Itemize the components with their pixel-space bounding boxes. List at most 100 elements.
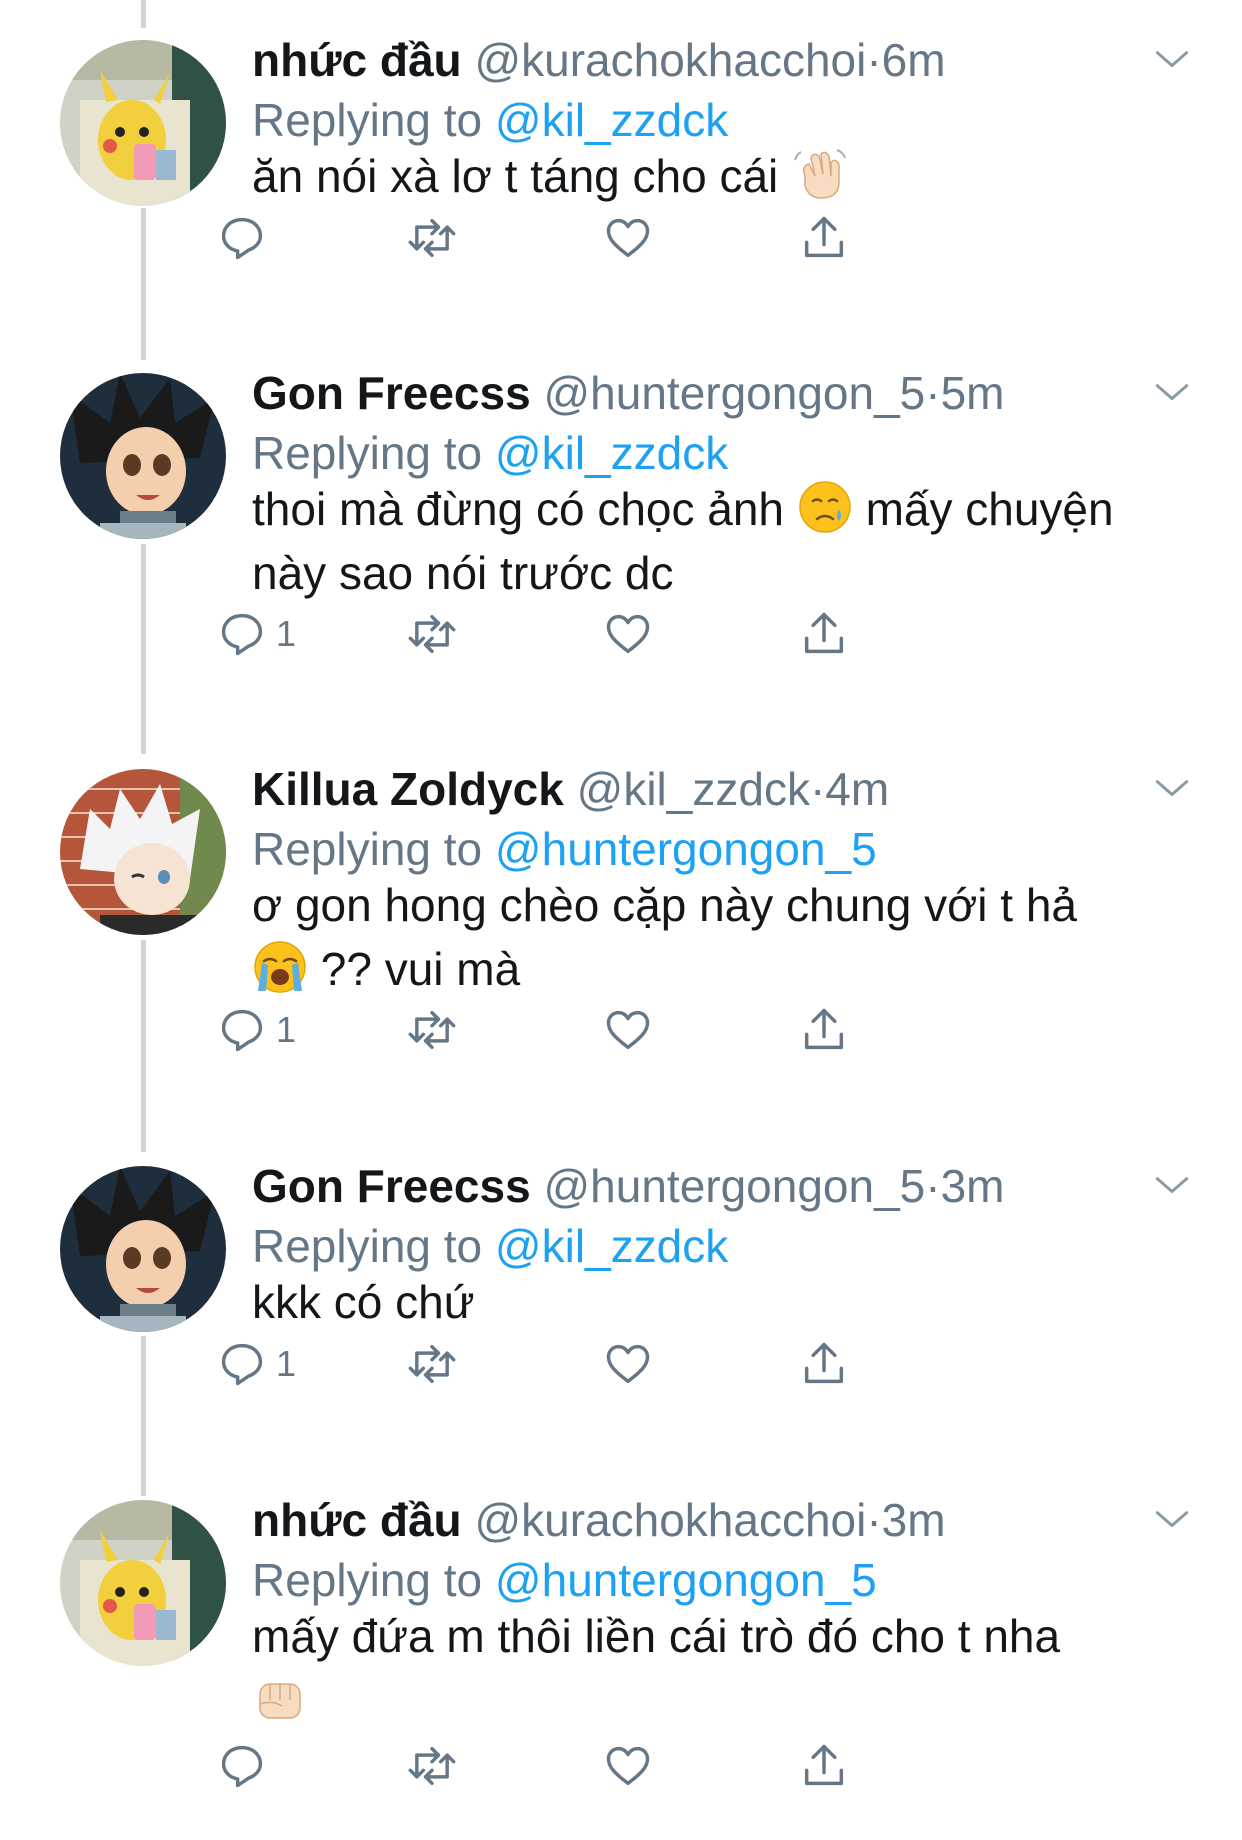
share-button[interactable] — [798, 604, 850, 664]
tweet-text-content: ăn nói xà lơ t táng cho cái — [252, 150, 779, 202]
tweet-header: Gon Freecss @huntergongon_5·5m — [252, 363, 1005, 423]
replying-to-label: Replying to — [252, 427, 483, 479]
retweet-icon — [408, 1344, 456, 1384]
reply-count: 1 — [276, 1009, 297, 1050]
like-button[interactable] — [602, 208, 654, 268]
retweet-icon — [408, 1746, 456, 1786]
reply-to-handle[interactable]: @huntergongon_5 — [495, 1554, 877, 1606]
share-button[interactable] — [798, 1334, 850, 1394]
share-icon — [804, 612, 844, 654]
share-icon — [804, 1744, 844, 1786]
separator-dot: · — [925, 367, 941, 419]
share-button[interactable] — [798, 208, 850, 268]
tweet-text: mấy đứa m thôi liền cái trò đó cho t nha — [252, 1604, 1192, 1732]
timestamp[interactable]: 6m — [882, 34, 946, 86]
heart-icon — [606, 1010, 650, 1050]
tweet-actions — [221, 1736, 1052, 1796]
user-handle[interactable]: @huntergongon_5 — [543, 367, 925, 419]
retweet-button[interactable] — [406, 208, 458, 268]
retweet-icon — [408, 614, 456, 654]
share-icon — [804, 1342, 844, 1384]
tweet[interactable]: nhức đầu @kurachokhacchoi·6m Replying to… — [0, 30, 1242, 330]
reply-to-handle[interactable]: @kil_zzdck — [495, 1220, 728, 1272]
share-icon — [804, 1008, 844, 1050]
user-handle[interactable]: @kil_zzdck — [577, 763, 810, 815]
timestamp[interactable]: 3m — [941, 1160, 1005, 1212]
display-name[interactable]: nhức đầu — [252, 1494, 462, 1546]
reply-button[interactable]: 1 — [216, 1334, 296, 1394]
pikachu-avatar-image — [60, 1500, 226, 1666]
reply-to-handle[interactable]: @kil_zzdck — [495, 94, 728, 146]
avatar[interactable] — [60, 373, 226, 539]
display-name[interactable]: Gon Freecss — [252, 367, 531, 419]
like-button[interactable] — [602, 604, 654, 664]
chevron-down-icon[interactable] — [1150, 1498, 1194, 1542]
tweet-text: ơ gon hong chèo cặp này chung với t hả ?… — [252, 873, 1192, 1001]
like-button[interactable] — [602, 1000, 654, 1060]
chevron-down-icon[interactable] — [1150, 371, 1194, 415]
reply-icon — [221, 613, 263, 656]
retweet-button[interactable] — [406, 604, 458, 664]
tweet-header: Killua Zoldyck @kil_zzdck·4m — [252, 759, 889, 819]
reply-button[interactable]: 1 — [216, 1000, 296, 1060]
replying-to-label: Replying to — [252, 1220, 483, 1272]
thread-line — [141, 0, 146, 28]
replying-to: Replying to @kil_zzdck — [252, 1216, 728, 1276]
avatar[interactable] — [60, 40, 226, 206]
tweet[interactable]: Killua Zoldyck @kil_zzdck·4m Replying to… — [0, 759, 1242, 1089]
reply-icon — [221, 1343, 263, 1386]
tweet-header: nhức đầu @kurachokhacchoi·3m — [252, 1490, 946, 1550]
tweet[interactable]: nhức đầu @kurachokhacchoi·3m Replying to… — [0, 1490, 1242, 1840]
user-handle[interactable]: @kurachokhacchoi — [474, 34, 866, 86]
reply-to-handle[interactable]: @huntergongon_5 — [495, 823, 877, 875]
heart-icon — [606, 218, 650, 258]
display-name[interactable]: Gon Freecss — [252, 1160, 531, 1212]
retweet-button[interactable] — [406, 1736, 458, 1796]
avatar[interactable] — [60, 1166, 226, 1332]
replying-to: Replying to @kil_zzdck — [252, 423, 728, 483]
reply-to-handle[interactable]: @kil_zzdck — [495, 427, 728, 479]
crying-face-icon — [799, 481, 851, 533]
timestamp[interactable]: 5m — [941, 367, 1005, 419]
tweet-text: kkk có chứ — [252, 1270, 1192, 1334]
user-handle[interactable]: @huntergongon_5 — [543, 1160, 925, 1212]
reply-icon — [221, 1745, 263, 1788]
tweet[interactable]: Gon Freecss @huntergongon_5·5m Replying … — [0, 363, 1242, 693]
avatar[interactable] — [60, 769, 226, 935]
reply-count: 1 — [276, 613, 297, 654]
reply-button[interactable] — [216, 208, 276, 268]
retweet-button[interactable] — [406, 1334, 458, 1394]
chevron-down-icon[interactable] — [1150, 1164, 1194, 1208]
timestamp[interactable]: 4m — [825, 763, 889, 815]
share-button[interactable] — [798, 1736, 850, 1796]
user-handle[interactable]: @kurachokhacchoi — [474, 1494, 866, 1546]
separator-dot: · — [925, 1160, 941, 1212]
separator-dot: · — [866, 1494, 882, 1546]
chevron-down-icon[interactable] — [1150, 767, 1194, 811]
like-button[interactable] — [602, 1736, 654, 1796]
replying-to: Replying to @kil_zzdck — [252, 90, 728, 150]
tweet-text: ăn nói xà lơ t táng cho cái — [252, 144, 1192, 208]
display-name[interactable]: nhức đầu — [252, 34, 462, 86]
reply-icon — [221, 217, 263, 260]
replying-to-label: Replying to — [252, 1554, 483, 1606]
tweet-header: nhức đầu @kurachokhacchoi·6m — [252, 30, 946, 90]
gon-avatar-image — [60, 373, 226, 539]
pikachu-avatar-image — [60, 40, 226, 206]
tweet-text: thoi mà đừng có chọc ảnh mấy chuyện này … — [252, 477, 1192, 605]
display-name[interactable]: Killua Zoldyck — [252, 763, 564, 815]
tweet[interactable]: Gon Freecss @huntergongon_5·3m Replying … — [0, 1156, 1242, 1436]
retweet-icon — [408, 218, 456, 258]
reply-button[interactable]: 1 — [216, 604, 296, 664]
tweet-text-continued: ?? vui mà — [320, 943, 521, 995]
timestamp[interactable]: 3m — [882, 1494, 946, 1546]
retweet-button[interactable] — [406, 1000, 458, 1060]
share-button[interactable] — [798, 1000, 850, 1060]
reply-icon — [221, 1009, 263, 1052]
tweet-actions: 1 — [221, 1334, 1052, 1394]
reply-button[interactable] — [216, 1736, 276, 1796]
avatar[interactable] — [60, 1500, 226, 1666]
tweet-actions — [221, 208, 1052, 268]
like-button[interactable] — [602, 1334, 654, 1394]
chevron-down-icon[interactable] — [1150, 38, 1194, 82]
